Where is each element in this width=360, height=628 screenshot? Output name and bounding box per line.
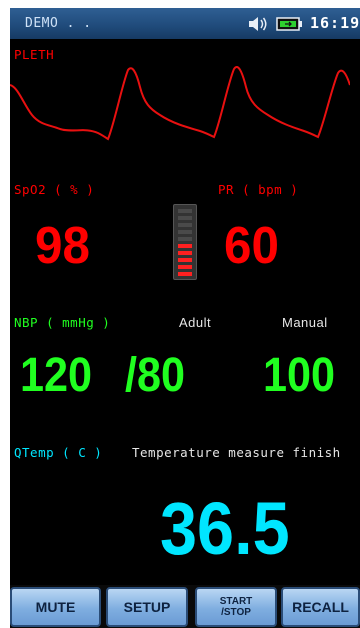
bar-segment	[178, 237, 192, 241]
temp-value: 36.5	[160, 487, 290, 570]
temp-message: Temperature measure finish	[132, 445, 341, 460]
pleth-waveform	[10, 66, 350, 141]
pr-label: PR ( bpm )	[218, 182, 299, 197]
bar-segment	[178, 258, 192, 262]
recall-button[interactable]: RECALL	[281, 587, 360, 627]
temp-label: QTemp ( C )	[14, 445, 103, 460]
bar-segment	[178, 223, 192, 227]
mute-button[interactable]: MUTE	[10, 587, 101, 627]
nbp-systolic: 120	[20, 349, 93, 402]
status-bar: DEMO . . 16:19	[10, 8, 360, 39]
start-stop-button[interactable]: START /STOP	[195, 587, 277, 627]
bar-segment	[178, 230, 192, 234]
bar-segment	[178, 216, 192, 220]
clock: 16:19	[310, 14, 360, 32]
nbp-mean: 100	[263, 349, 336, 402]
signal-strength-bar	[173, 204, 197, 280]
nbp-label: NBP ( mmHg )	[14, 315, 111, 330]
battery-icon	[276, 17, 302, 31]
nbp-diastolic: /80	[125, 349, 186, 402]
bar-segment	[178, 209, 192, 213]
nbp-measure-mode: Manual	[282, 315, 328, 330]
spo2-label: SpO2 ( % )	[14, 182, 95, 197]
bar-segment	[178, 265, 192, 269]
pr-value: 60	[224, 217, 279, 275]
button-bar: MUTE SETUP START /STOP RECALL	[10, 585, 360, 628]
bar-segment	[178, 251, 192, 255]
bar-segment	[178, 244, 192, 248]
bar-segment	[178, 272, 192, 276]
start-stop-label: START /STOP	[219, 596, 253, 618]
monitor-screen: DEMO . . 16:19 PLETH SpO2 ( % ) PR ( bpm…	[10, 8, 360, 628]
pleth-label: PLETH	[14, 47, 55, 62]
setup-button[interactable]: SETUP	[106, 587, 188, 627]
nbp-mode: Adult	[179, 315, 212, 330]
speaker-icon[interactable]	[248, 16, 268, 32]
demo-label: DEMO . .	[25, 16, 92, 31]
spo2-value: 98	[35, 217, 90, 275]
